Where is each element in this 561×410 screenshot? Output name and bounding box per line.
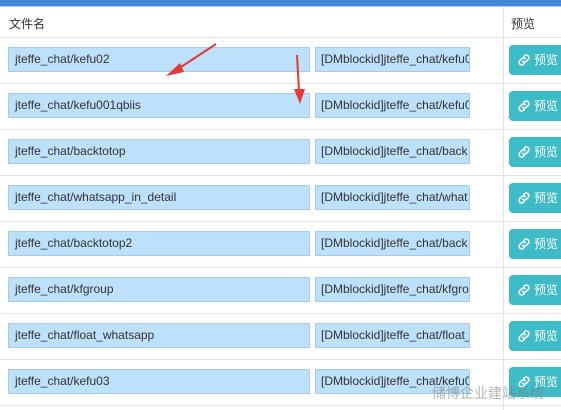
filename-field[interactable]: jteffe_chat/kefu001qbiis [8,93,310,118]
blockid-code-field[interactable]: [DMblockid]jteffe_chat/float_ [315,323,470,348]
preview-button-label: 预览 [534,283,559,297]
blockid-code-field[interactable]: [DMblockid]jteffe_chat/back [315,139,470,164]
preview-button-label: 预览 [534,99,559,113]
preview-button-label: 预览 [534,191,559,205]
preview-button[interactable]: 预览 [509,137,561,167]
link-icon [517,191,534,205]
link-icon [517,145,534,159]
blockid-code-field[interactable]: [DMblockid]jteffe_chat/what [315,185,470,210]
table-row: jteffe_chat/kefu001qbiis [DMblockid]jteff… [0,84,561,130]
blockid-code-field[interactable]: [DMblockid]jteffe_chat/back [315,231,470,256]
preview-button-label: 预览 [534,145,559,159]
table-row: jteffe_chat/whatsapp_in_detail [DMblockid… [0,176,561,222]
filename-field[interactable]: jteffe_chat/kefu02 [8,47,310,72]
column-divider [503,7,504,410]
table-row: jteffe_chat/float_whatsapp [DMblockid]jte… [0,314,561,360]
link-icon [517,53,534,67]
filename-field[interactable]: jteffe_chat/float_whatsapp [8,323,310,348]
blockid-code-field[interactable]: [DMblockid]jteffe_chat/kefu0 [315,93,470,118]
preview-button[interactable]: 预览 [509,91,561,121]
filename-field[interactable]: jteffe_chat/backtotop [8,139,310,164]
blockid-code-field[interactable]: [DMblockid]jteffe_chat/kefu0 [315,47,470,72]
link-icon [517,283,534,297]
table-row: jteffe_chat/backtotop2 [DMblockid]jteffe_… [0,222,561,268]
blockid-code-field[interactable]: [DMblockid]jteffe_chat/kfgro [315,277,470,302]
preview-button[interactable]: 预览 [509,275,561,305]
file-table: 文件名 预览 jteffe_chat/kefu02 [DMblockid]jtef… [0,7,561,410]
filename-field[interactable]: jteffe_chat/kfgroup [8,277,310,302]
table-row: jteffe_chat/kefu02 [DMblockid]jteffe_chat… [0,38,561,84]
link-icon [517,99,534,113]
filename-field[interactable]: jteffe_chat/whatsapp_in_detail [8,185,310,210]
table-body: jteffe_chat/kefu02 [DMblockid]jteffe_chat… [0,38,561,406]
column-header-filename: 文件名 [9,17,46,31]
preview-button[interactable]: 预览 [509,321,561,351]
table-row: jteffe_chat/kfgroup [DMblockid]jteffe_cha… [0,268,561,314]
table-header: 文件名 预览 [0,7,561,38]
link-icon [517,237,534,251]
preview-button[interactable]: 预览 [509,229,561,259]
preview-button-label: 预览 [534,329,559,343]
preview-button[interactable]: 预览 [509,183,561,213]
link-icon [517,329,534,343]
preview-button-label: 预览 [534,53,559,67]
table-row: jteffe_chat/backtotop [DMblockid]jteffe_c… [0,130,561,176]
column-header-preview: 预览 [511,17,536,31]
filename-field[interactable]: jteffe_chat/backtotop2 [8,231,310,256]
preview-button-label: 预览 [534,237,559,251]
preview-button[interactable]: 预览 [509,45,561,75]
watermark-text: 储博企业建站系统 [432,386,544,402]
filename-field[interactable]: jteffe_chat/kefu03 [8,369,310,394]
